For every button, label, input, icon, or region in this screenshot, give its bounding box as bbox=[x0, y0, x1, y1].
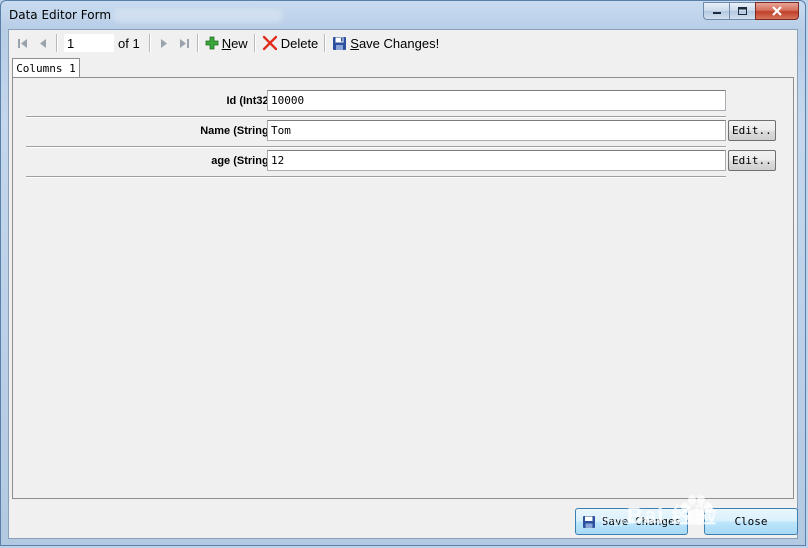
add-new-label: New bbox=[221, 35, 248, 51]
move-first-button[interactable] bbox=[13, 32, 33, 54]
toolbar-separator bbox=[148, 34, 151, 52]
field-row-name: Name (String): Edit.. bbox=[26, 116, 776, 147]
field-label-name: Name (String): bbox=[200, 125, 276, 137]
toolbar-separator bbox=[253, 34, 256, 52]
edit-age-button[interactable]: Edit.. bbox=[728, 150, 776, 171]
title-bar-ghost-reflection bbox=[113, 9, 283, 23]
save-changes-toolbar-label: Save Changes! bbox=[350, 35, 440, 51]
title-bar[interactable]: Data Editor Form bbox=[1, 1, 805, 29]
id-field[interactable] bbox=[267, 90, 726, 111]
delete-x-icon bbox=[262, 35, 277, 51]
window-bottom-border bbox=[1, 537, 805, 545]
previous-record-icon bbox=[40, 39, 46, 48]
save-changes-button-label: Save Changes bbox=[601, 515, 682, 528]
window-title: Data Editor Form bbox=[9, 8, 112, 22]
binding-navigator-toolbar: of 1 New Delete Save Changes! bbox=[9, 30, 797, 56]
first-record-icon bbox=[18, 39, 27, 48]
caption-buttons bbox=[703, 2, 799, 20]
minimize-icon bbox=[712, 12, 721, 14]
toolbar-separator bbox=[56, 34, 58, 52]
floppy-disk-icon bbox=[582, 515, 595, 528]
close-icon bbox=[772, 5, 782, 16]
save-changes-button[interactable]: Save Changes bbox=[575, 508, 688, 535]
field-row-age: age (String): Edit.. bbox=[26, 146, 776, 177]
next-record-icon bbox=[160, 39, 167, 48]
move-last-button[interactable] bbox=[174, 32, 194, 54]
minimize-button[interactable] bbox=[703, 2, 729, 20]
close-window-button[interactable] bbox=[755, 2, 799, 20]
record-count-label: of 1 bbox=[118, 35, 140, 51]
add-new-button[interactable]: New bbox=[202, 32, 251, 54]
name-field[interactable] bbox=[267, 120, 726, 141]
maximize-icon bbox=[738, 7, 747, 15]
field-row-id: Id (Int32): bbox=[26, 86, 726, 117]
close-button-label: Close bbox=[734, 515, 768, 528]
tab-page-columns-1: Id (Int32): Name (String): Edit.. age (S… bbox=[12, 77, 794, 499]
toolbar-separator bbox=[324, 34, 327, 52]
move-previous-button[interactable] bbox=[33, 32, 53, 54]
close-button[interactable]: Close bbox=[704, 508, 798, 535]
move-next-button[interactable] bbox=[154, 32, 174, 54]
position-input[interactable] bbox=[64, 34, 114, 52]
last-record-icon bbox=[179, 39, 189, 48]
maximize-button[interactable] bbox=[729, 2, 755, 20]
age-field[interactable] bbox=[267, 150, 726, 171]
form-client-area: of 1 New Delete Save Changes! bbox=[8, 29, 798, 539]
delete-button[interactable]: Delete bbox=[259, 32, 322, 54]
plus-icon bbox=[205, 36, 219, 50]
delete-label: Delete bbox=[280, 35, 319, 51]
tab-columns-1[interactable]: Columns 1 bbox=[12, 58, 80, 78]
save-changes-toolbar-button[interactable]: Save Changes! bbox=[329, 32, 442, 54]
edit-name-button[interactable]: Edit.. bbox=[728, 120, 776, 141]
toolbar-separator bbox=[196, 34, 199, 52]
floppy-disk-icon bbox=[333, 36, 347, 50]
data-editor-window: Data Editor Form of 1 bbox=[0, 0, 806, 546]
